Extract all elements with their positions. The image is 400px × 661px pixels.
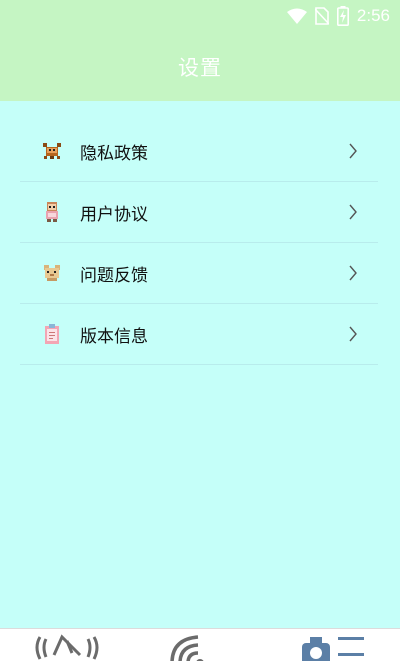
- menu-item-user-agreement[interactable]: 用户协议: [20, 182, 378, 243]
- animal-icon: [40, 261, 64, 285]
- battery-charging-icon: [336, 6, 349, 26]
- menu-item-label: 问题反馈: [80, 265, 148, 286]
- crab-icon: [40, 139, 64, 163]
- menu-item-label: 隐私政策: [80, 143, 148, 164]
- settings-tab-icon[interactable]: [298, 633, 368, 661]
- status-time: 2:56: [356, 6, 390, 25]
- satellite-dish-tab-icon[interactable]: [32, 633, 102, 661]
- menu-item-label: 用户协议: [80, 204, 148, 225]
- person-icon: [40, 200, 64, 224]
- settings-menu: 隐私政策 用户协议 问题反馈 版本信息: [20, 121, 378, 365]
- header-bar: 2:56 设置: [0, 0, 400, 101]
- signal-tab-icon[interactable]: [168, 633, 220, 661]
- chevron-right-icon: [346, 324, 360, 344]
- menu-item-label: 版本信息: [80, 326, 148, 347]
- menu-item-version-info[interactable]: 版本信息: [20, 304, 378, 365]
- status-bar: 2:56: [0, 0, 400, 32]
- chevron-right-icon: [346, 263, 360, 283]
- chevron-right-icon: [346, 202, 360, 222]
- no-sim-icon: [314, 7, 329, 25]
- chevron-right-icon: [346, 141, 360, 161]
- bottom-navigation: [0, 628, 400, 661]
- wifi-icon: [286, 8, 307, 24]
- menu-item-privacy-policy[interactable]: 隐私政策: [20, 121, 378, 182]
- page-title: 设置: [178, 56, 222, 80]
- clipboard-icon: [40, 322, 64, 346]
- menu-item-feedback[interactable]: 问题反馈: [20, 243, 378, 304]
- settings-screen: 2:56 设置 隐私政策 用户协议 问题反馈 版本信息: [0, 0, 400, 661]
